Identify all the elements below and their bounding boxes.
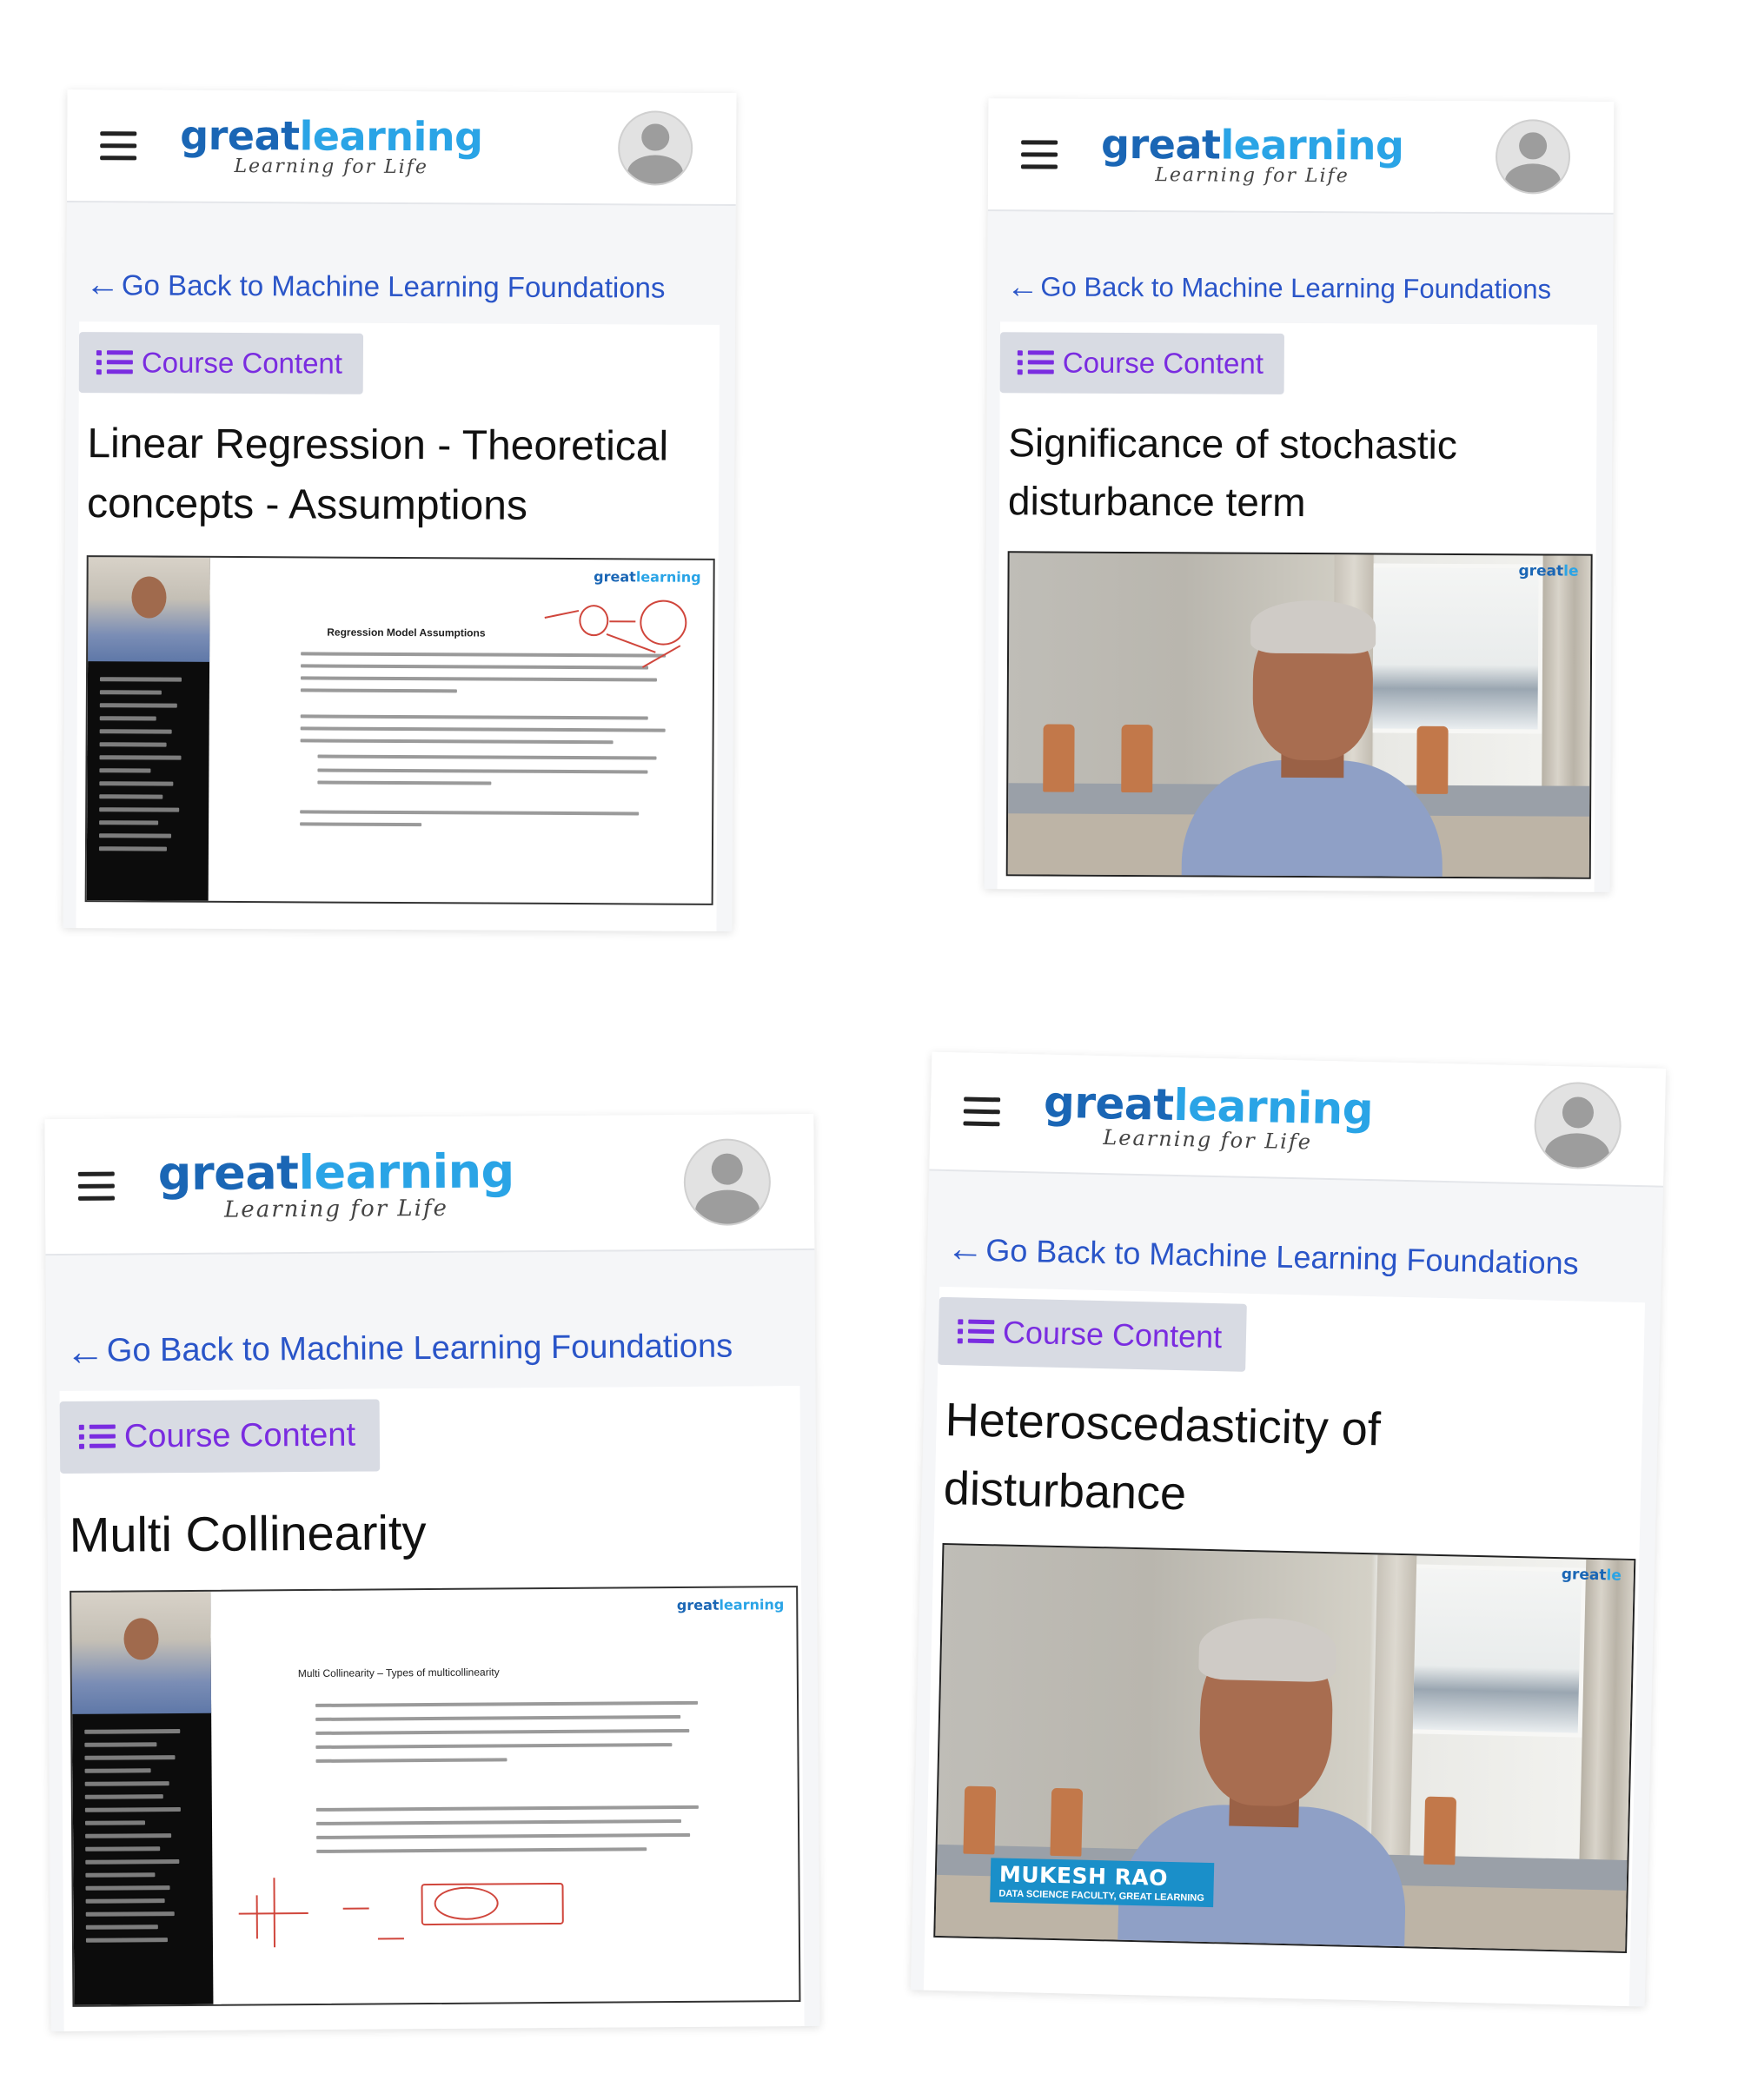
list-icon (1017, 349, 1054, 377)
user-avatar-icon[interactable] (617, 110, 693, 186)
course-content-button[interactable]: Course Content (938, 1297, 1248, 1373)
hamburger-menu-icon[interactable] (77, 1171, 115, 1201)
course-content-button[interactable]: Course Content (78, 331, 364, 394)
greatlearning-logo[interactable]: greatlearning Learning for Life (157, 1143, 514, 1223)
presenter-name: MUKESH RAO (998, 1861, 1169, 1891)
course-content-label: Course Content (141, 346, 343, 380)
course-content-button[interactable]: Course Content (999, 332, 1285, 395)
lesson-title: Linear Regression - Theoretical concepts… (86, 420, 669, 529)
logo-word-learning: learning (299, 112, 483, 161)
video-player[interactable]: greatlearning Multi Collinearity – Types… (70, 1585, 801, 2007)
background-window (1408, 1564, 1587, 1738)
hamburger-menu-icon[interactable] (100, 130, 137, 160)
back-to-course-link[interactable]: ← Go Back to Machine Learning Foundation… (1006, 268, 1613, 306)
list-icon (957, 1318, 995, 1347)
back-link-label: Go Back to Machine Learning Foundations (106, 1328, 733, 1369)
back-link-label: Go Back to Machine Learning Foundations (985, 1231, 1580, 1282)
logo-word-learning: learning (1172, 1079, 1374, 1135)
course-content-label: Course Content (1002, 1314, 1223, 1355)
list-icon (96, 348, 133, 376)
lesson-card: Course Content Significance of stochasti… (996, 321, 1598, 892)
greatlearning-logo[interactable]: greatlearning Learning for Life (1100, 120, 1404, 188)
slide-logo: greatlearning (594, 567, 701, 586)
lesson-title: Significance of stochastic disturbance t… (1007, 420, 1457, 525)
greatlearning-logo[interactable]: greatlearning Learning for Life (1043, 1076, 1374, 1155)
list-icon (78, 1423, 116, 1451)
user-avatar-icon[interactable] (1495, 119, 1571, 195)
logo-tagline: Learning for Life (1155, 164, 1350, 188)
screenshot-4: greatlearning Learning for Life ← Go Bac… (910, 1051, 1667, 2007)
lesson-card: Course Content Multi Collinearity greatl… (59, 1385, 806, 2032)
user-avatar-icon[interactable] (1533, 1080, 1622, 1170)
presenter-thumbnail (88, 556, 210, 662)
top-bar: greatlearning Learning for Life (987, 98, 1615, 215)
back-link-label: Go Back to Machine Learning Foundations (121, 268, 666, 304)
video-player[interactable]: greatle MUKESH RAO DATA SCIENCE FACULTY,… (933, 1542, 1636, 1953)
video-player[interactable]: greatle (1005, 550, 1593, 879)
top-bar: greatlearning Learning for Life (66, 89, 737, 207)
logo-word-learning: learning (1220, 121, 1404, 169)
logo-word-great: great (180, 111, 300, 160)
logo-word-great: great (1043, 1076, 1175, 1130)
slide-content: greatlearning Regression Model Assumptio… (230, 566, 705, 895)
back-to-course-link[interactable]: ← Go Back to Machine Learning Foundation… (945, 1228, 1662, 1284)
course-content-label: Course Content (1062, 346, 1264, 380)
presenter-thumbnail (71, 1591, 212, 1714)
back-to-course-link[interactable]: ← Go Back to Machine Learning Foundation… (85, 265, 735, 306)
logo-word-great: great (1100, 120, 1221, 169)
slide-heading: Regression Model Assumptions (327, 626, 486, 639)
lesson-title: Multi Collinearity (69, 1504, 427, 1562)
video-sidebar-panel (86, 556, 210, 901)
back-link-label: Go Back to Machine Learning Foundations (1040, 271, 1552, 305)
video-player[interactable]: greatlearning Regression Model Assumptio… (84, 554, 715, 905)
logo-tagline: Learning for Life (1103, 1124, 1313, 1155)
top-bar: greatlearning Learning for Life (929, 1051, 1667, 1188)
arrow-left-icon: ← (1006, 268, 1039, 305)
logo-tagline: Learning for Life (234, 155, 428, 179)
video-watermark-logo: greatle (1518, 561, 1579, 580)
arrow-left-icon: ← (945, 1228, 985, 1270)
lesson-title: Heteroscedasticity of disturbance (943, 1394, 1382, 1520)
back-to-course-link[interactable]: ← Go Back to Machine Learning Foundation… (65, 1327, 815, 1374)
presenter-name-caption: MUKESH RAO DATA SCIENCE FACULTY, GREAT L… (990, 1858, 1214, 1907)
greatlearning-logo[interactable]: greatlearning Learning for Life (180, 112, 483, 179)
slide-heading: Multi Collinearity – Types of multicolli… (297, 1666, 500, 1679)
presenter (1181, 588, 1444, 879)
slide-logo: greatlearning (676, 1595, 785, 1613)
screenshot-3: greatlearning Learning for Life ← Go Bac… (44, 1113, 820, 2032)
course-content-label: Course Content (123, 1416, 356, 1455)
video-watermark-logo: greatle (1561, 1565, 1622, 1585)
screenshot-1: greatlearning Learning for Life ← Go Bac… (63, 89, 737, 932)
hamburger-menu-icon[interactable] (963, 1096, 1001, 1127)
arrow-left-icon: ← (65, 1328, 105, 1374)
screenshot-2: greatlearning Learning for Life ← Go Bac… (984, 98, 1615, 892)
logo-tagline: Learning for Life (224, 1195, 449, 1223)
hamburger-menu-icon[interactable] (1020, 139, 1058, 169)
user-avatar-icon[interactable] (683, 1137, 772, 1226)
presenter-role: DATA SCIENCE FACULTY, GREAT LEARNING (998, 1888, 1204, 1904)
lesson-card: Course Content Linear Regression - Theor… (75, 321, 720, 932)
top-bar: greatlearning Learning for Life (44, 1113, 815, 1256)
video-sidebar-panel (71, 1591, 214, 2005)
arrow-left-icon: ← (85, 265, 121, 304)
slide-content: greatlearning Multi Collinearity – Types… (236, 1596, 790, 1995)
lesson-card: Course Content Heteroscedasticity of dis… (923, 1287, 1646, 2007)
logo-word-great: great (157, 1144, 299, 1201)
course-content-button[interactable]: Course Content (59, 1399, 381, 1474)
logo-word-learning: learning (298, 1143, 514, 1200)
